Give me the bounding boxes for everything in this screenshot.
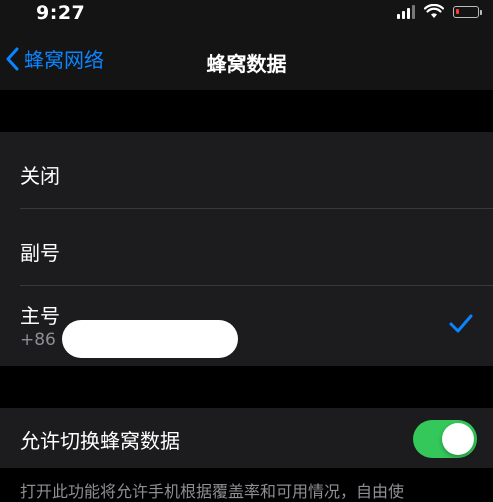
battery-icon bbox=[453, 5, 482, 18]
cellular-data-options: 关闭 副号 主号 +86 1 bbox=[0, 132, 493, 366]
status-bar: 9:27 bbox=[0, 0, 493, 28]
page-title: 蜂窝数据 bbox=[206, 52, 287, 76]
redaction-mask bbox=[62, 320, 238, 358]
navigation-bar: 蜂窝网络 蜂窝数据 bbox=[0, 28, 493, 90]
footer-note: 打开此功能将允许手机根据覆盖率和可用情况，自由使 bbox=[20, 482, 405, 501]
allow-switching-toggle[interactable] bbox=[413, 420, 477, 458]
option-label: 副号 bbox=[20, 241, 60, 265]
wifi-icon bbox=[424, 4, 444, 18]
option-row-secondary[interactable]: 副号 bbox=[0, 209, 493, 286]
option-label: 主号 bbox=[20, 304, 60, 328]
option-row-off[interactable]: 关闭 bbox=[0, 132, 493, 209]
allow-switching-row: 允许切换蜂窝数据 bbox=[0, 408, 493, 468]
toggle-knob bbox=[442, 423, 474, 455]
section-spacer bbox=[0, 366, 493, 408]
option-row-primary[interactable]: 主号 +86 1 bbox=[0, 286, 493, 366]
checkmark-icon bbox=[449, 314, 473, 333]
status-time: 9:27 bbox=[36, 2, 86, 24]
status-icons bbox=[397, 4, 482, 19]
option-label: 关闭 bbox=[20, 164, 60, 188]
section-spacer bbox=[0, 90, 493, 132]
cellular-signal-icon bbox=[397, 4, 415, 19]
allow-switching-label: 允许切换蜂窝数据 bbox=[20, 429, 180, 453]
